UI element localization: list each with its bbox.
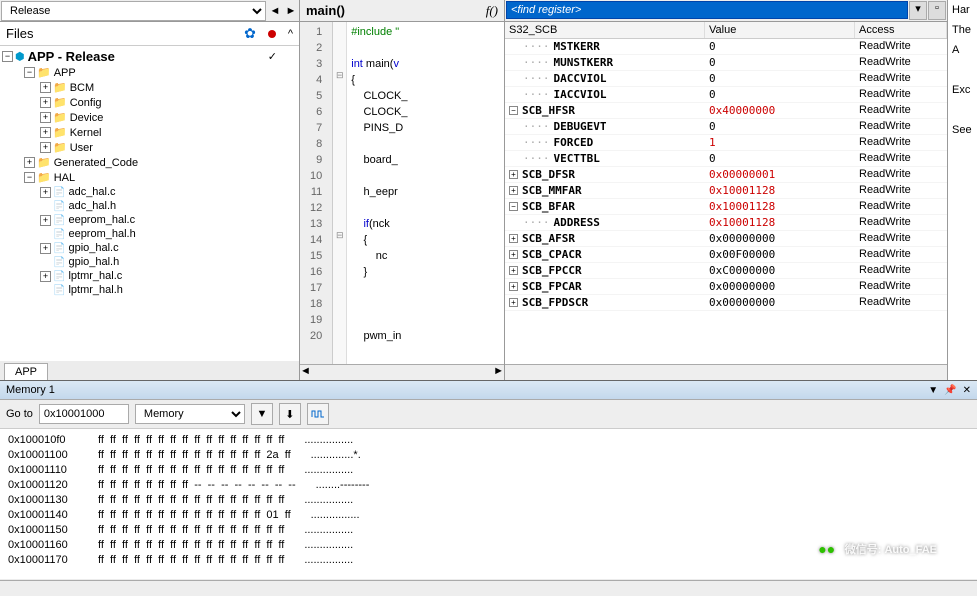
memory-address-input[interactable] [39, 404, 129, 424]
tree-item[interactable]: +📁Device [0, 110, 299, 125]
tree-item[interactable]: +📄adc_hal.c [0, 185, 299, 199]
function-icon[interactable]: f() [486, 3, 498, 19]
tree-item[interactable]: +📄lptmr_hal.c [0, 269, 299, 283]
project-panel: Release ◄ ► Files ✿ ^ −⬢APP - Release✓−📁… [0, 0, 300, 380]
project-tree[interactable]: −⬢APP - Release✓−📁APP+📁BCM+📁Config+📁Devi… [0, 46, 299, 361]
memory-row[interactable]: 0x10001140ff ff ff ff ff ff ff ff ff ff … [8, 508, 969, 523]
code-title: main() [306, 3, 486, 18]
register-row[interactable]: +SCB_CPACR0x00F00000ReadWrite [505, 247, 947, 263]
register-hscroll[interactable] [505, 364, 947, 380]
memory-btn-dropdown[interactable]: ▼ [251, 403, 273, 425]
register-row[interactable]: ····IACCVIOL0ReadWrite [505, 87, 947, 103]
code-panel: main() f() 12345678910111213141516171819… [300, 0, 505, 380]
memory-panel: Memory 1 ▼ 📌 ✕ Go to Memory ▼ ⬇ 0x100010… [0, 380, 977, 579]
memory-type-select[interactable]: Memory [135, 404, 245, 424]
register-row[interactable]: ····MSTKERR0ReadWrite [505, 39, 947, 55]
memory-btn-refresh[interactable]: ⬇ [279, 403, 301, 425]
register-row[interactable]: −SCB_BFAR0x10001128ReadWrite [505, 199, 947, 215]
tree-item[interactable]: 📄gpio_hal.h [0, 255, 299, 269]
register-row[interactable]: +SCB_FPCCR0xC0000000ReadWrite [505, 263, 947, 279]
memory-dump[interactable]: 0x100010f0ff ff ff ff ff ff ff ff ff ff … [0, 429, 977, 579]
memory-row[interactable]: 0x10001150ff ff ff ff ff ff ff ff ff ff … [8, 523, 969, 538]
code-editor[interactable]: 1234567891011121314151617181920 ⊟⊟ #incl… [300, 22, 504, 364]
register-row[interactable]: +SCB_FPCAR0x00000000ReadWrite [505, 279, 947, 295]
register-row[interactable]: ····ADDRESS0x10001128ReadWrite [505, 215, 947, 231]
tree-item[interactable]: +📁Generated_Code [0, 155, 299, 170]
register-row[interactable]: ····DACCVIOL0ReadWrite [505, 71, 947, 87]
tree-item[interactable]: +📄eeprom_hal.c [0, 213, 299, 227]
register-row[interactable]: +SCB_FPDSCR0x00000000ReadWrite [505, 295, 947, 311]
find-extra[interactable]: ▫ [928, 1, 946, 20]
next-button[interactable]: ► [283, 5, 299, 17]
register-header: S32_SCB Value Access [505, 22, 947, 39]
gear-icon[interactable]: ✿ [244, 25, 256, 42]
status-bar [0, 580, 977, 596]
memory-row[interactable]: 0x10001170ff ff ff ff ff ff ff ff ff ff … [8, 553, 969, 568]
memory-row[interactable]: 0x10001130ff ff ff ff ff ff ff ff ff ff … [8, 493, 969, 508]
memory-pin-icon[interactable]: 📌 [944, 385, 956, 396]
register-row[interactable]: ····FORCED1ReadWrite [505, 135, 947, 151]
files-title: Files [6, 26, 244, 41]
memory-menu-icon[interactable]: ▼ [928, 385, 938, 396]
tree-item[interactable]: 📄lptmr_hal.h [0, 283, 299, 297]
find-dropdown[interactable]: ▾ [909, 1, 927, 20]
memory-close-icon[interactable]: ✕ [963, 385, 971, 396]
register-row[interactable]: +SCB_DFSR0x00000001ReadWrite [505, 167, 947, 183]
memory-row[interactable]: 0x10001160ff ff ff ff ff ff ff ff ff ff … [8, 538, 969, 553]
code-hscroll[interactable]: ◄► [300, 364, 504, 380]
register-row[interactable]: ····DEBUGEVT0ReadWrite [505, 119, 947, 135]
tree-item[interactable]: +📁Kernel [0, 125, 299, 140]
right-sidebar: HarThe A Exc See [947, 0, 977, 380]
tree-item[interactable]: +📁User [0, 140, 299, 155]
register-panel: ▾ ▫ S32_SCB Value Access ····MSTKERR0Rea… [505, 0, 947, 380]
find-register-input[interactable] [506, 1, 908, 19]
register-row[interactable]: +SCB_AFSR0x00000000ReadWrite [505, 231, 947, 247]
memory-row[interactable]: 0x100010f0ff ff ff ff ff ff ff ff ff ff … [8, 433, 969, 448]
tree-item[interactable]: 📄adc_hal.h [0, 199, 299, 213]
memory-row[interactable]: 0x10001110ff ff ff ff ff ff ff ff ff ff … [8, 463, 969, 478]
tree-item[interactable]: +📁Config [0, 95, 299, 110]
register-row[interactable]: −SCB_HFSR0x40000000ReadWrite [505, 103, 947, 119]
tree-item[interactable]: 📄eeprom_hal.h [0, 227, 299, 241]
config-select[interactable]: Release [1, 1, 266, 21]
prev-button[interactable]: ◄ [267, 5, 283, 17]
memory-title: Memory 1 [6, 384, 922, 396]
memory-btn-signal[interactable] [307, 403, 329, 425]
up-icon[interactable]: ^ [288, 28, 293, 40]
goto-label: Go to [6, 408, 33, 420]
project-tab[interactable]: APP [4, 363, 48, 380]
tree-root[interactable]: −⬢APP - Release✓ [0, 48, 299, 65]
tree-item[interactable]: +📄gpio_hal.c [0, 241, 299, 255]
register-row[interactable]: ····VECTTBL0ReadWrite [505, 151, 947, 167]
register-row[interactable]: ····MUNSTKERR0ReadWrite [505, 55, 947, 71]
tree-item[interactable]: −📁APP [0, 65, 299, 80]
record-icon[interactable] [268, 30, 276, 38]
memory-row[interactable]: 0x10001100ff ff ff ff ff ff ff ff ff ff … [8, 448, 969, 463]
tree-item[interactable]: +📁BCM [0, 80, 299, 95]
register-row[interactable]: +SCB_MMFAR0x10001128ReadWrite [505, 183, 947, 199]
register-grid[interactable]: S32_SCB Value Access ····MSTKERR0ReadWri… [505, 22, 947, 364]
memory-row[interactable]: 0x10001120ff ff ff ff ff ff ff ff -- -- … [8, 478, 969, 493]
tree-item[interactable]: −📁HAL [0, 170, 299, 185]
